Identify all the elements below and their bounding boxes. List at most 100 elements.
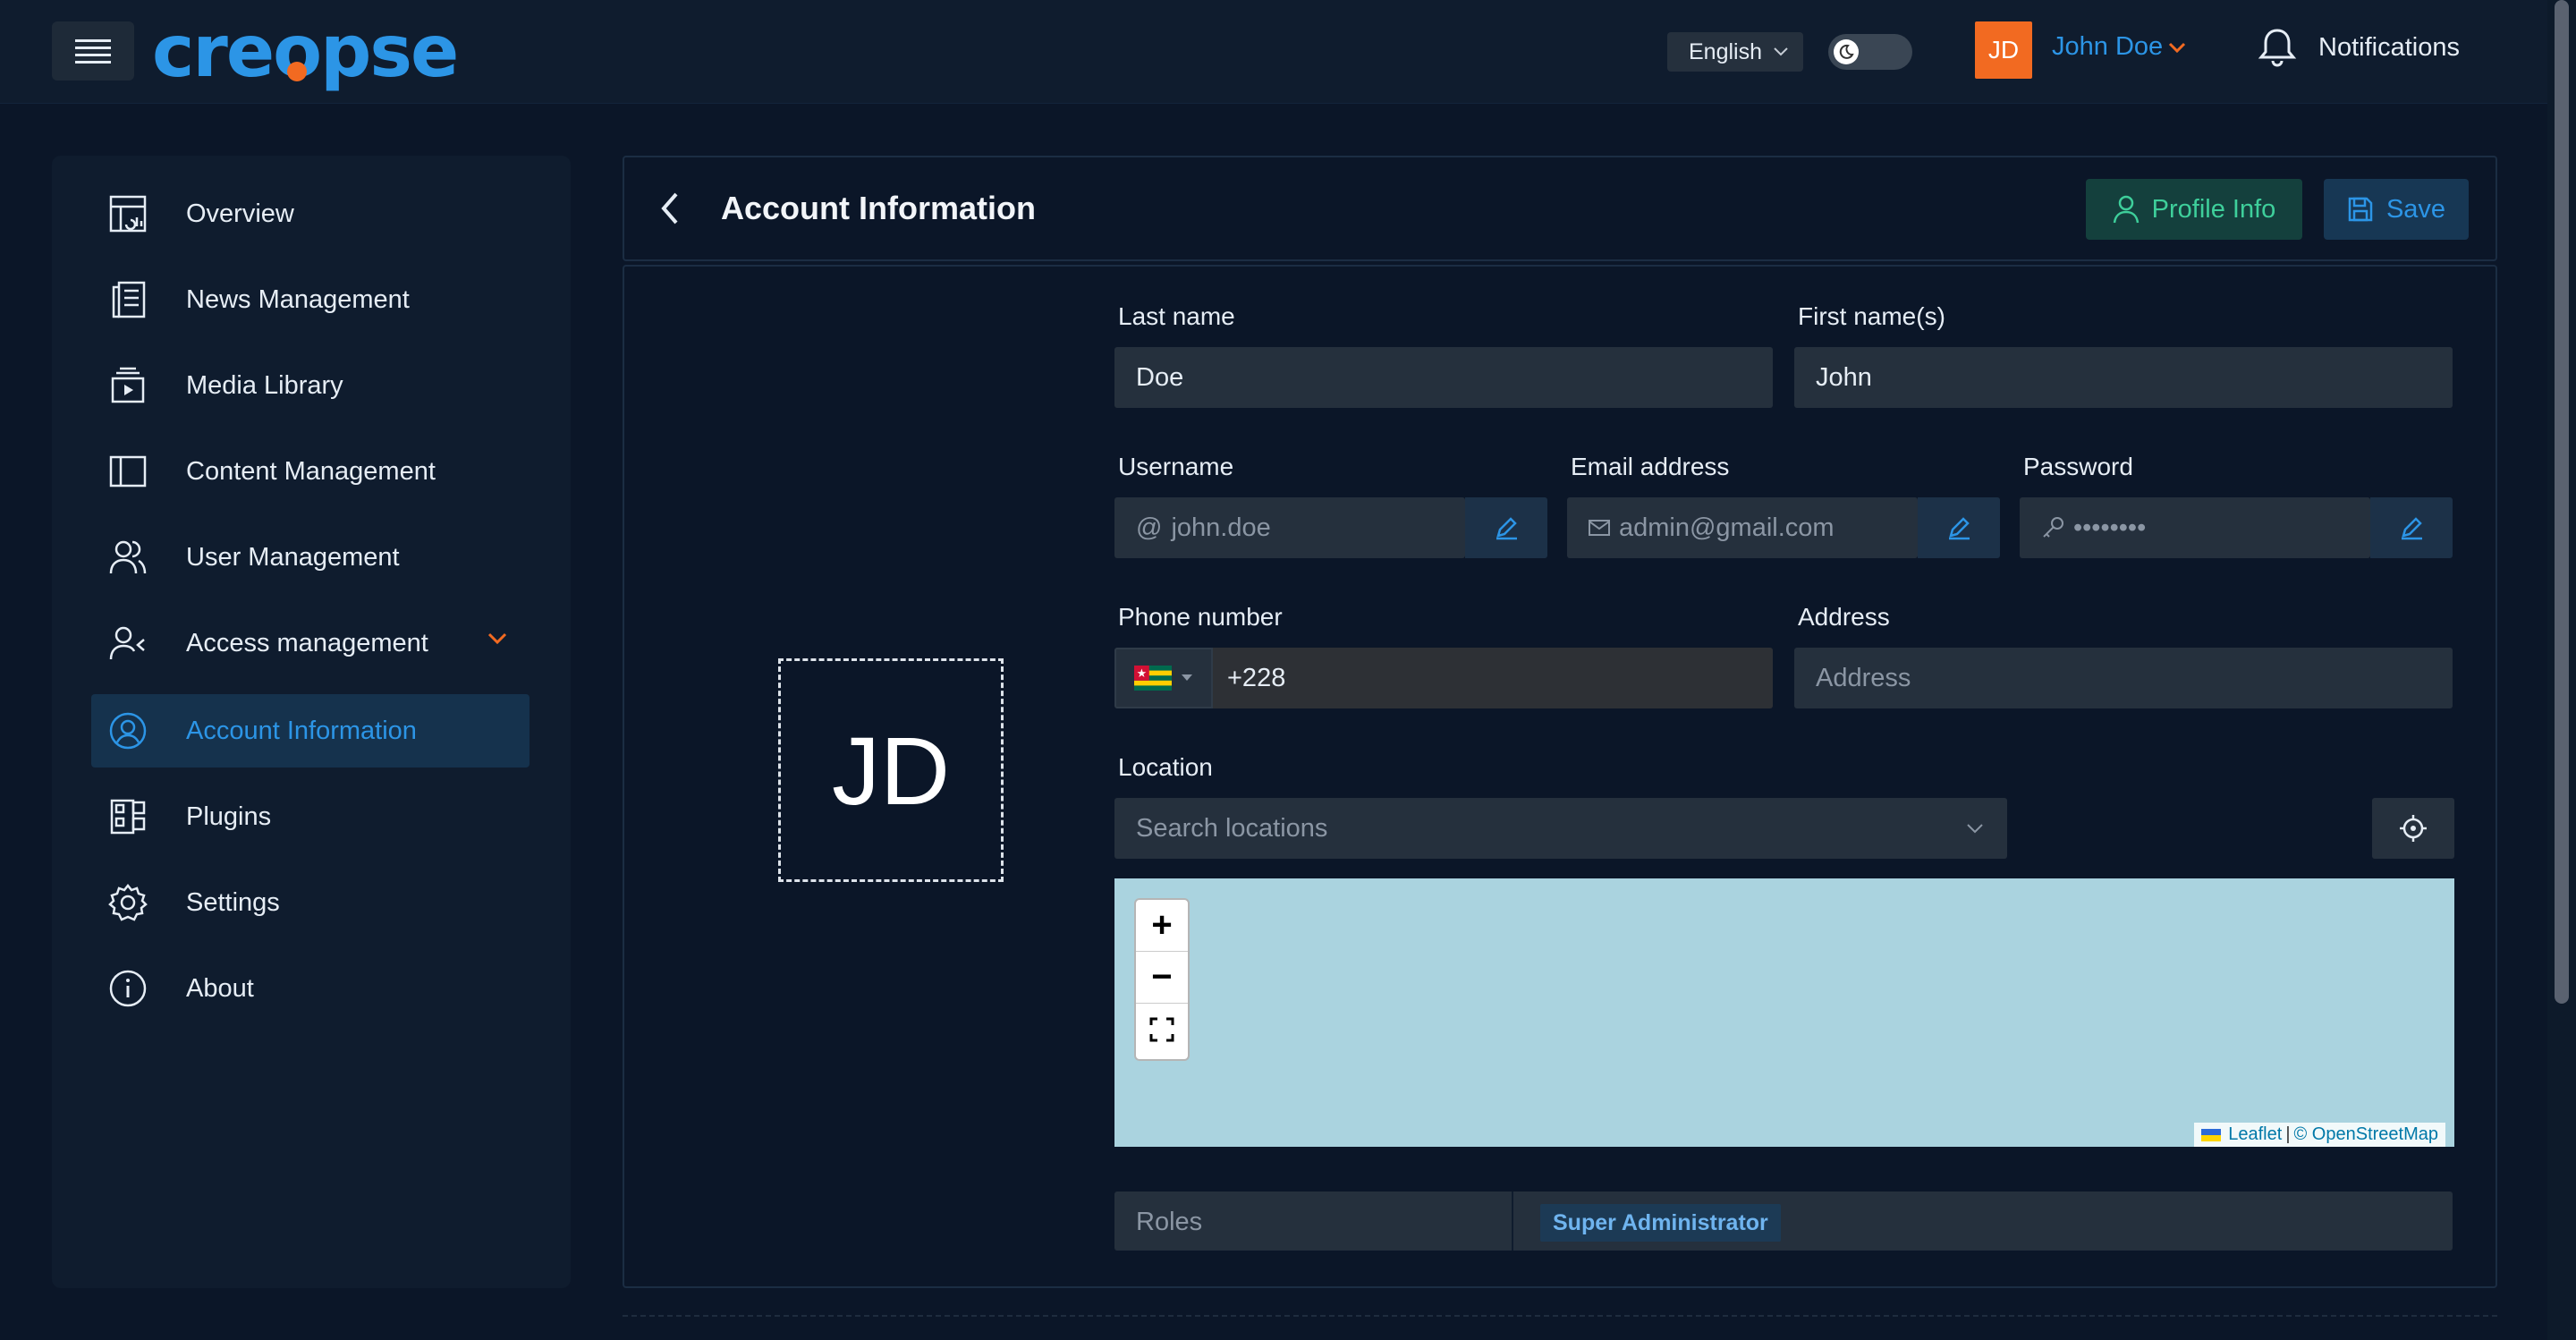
edit-password-button[interactable]: [2370, 497, 2453, 558]
profile-avatar-upload[interactable]: JD: [778, 658, 1004, 882]
attribution-separator: |: [2285, 1124, 2291, 1144]
location-map[interactable]: + − Leaflet | © OpenStreetMap: [1114, 878, 2454, 1147]
page-header: Account Information Profile Info Save: [623, 156, 2497, 261]
content-icon: [106, 449, 150, 494]
back-button[interactable]: [648, 186, 692, 231]
account-icon: [106, 708, 150, 753]
sidebar-item-content[interactable]: Content Management: [91, 435, 530, 508]
chevron-down-icon: [2169, 42, 2186, 53]
role-chip: Super Administrator: [1540, 1204, 1781, 1242]
chevron-down-icon: [487, 632, 507, 645]
sidebar-item-label: Content Management: [186, 456, 436, 486]
scrollbar-thumb[interactable]: [2555, 0, 2569, 1004]
sidebar-item-news[interactable]: News Management: [91, 263, 530, 336]
edit-username-button[interactable]: [1465, 497, 1547, 558]
password-input[interactable]: ••••••••: [2020, 497, 2370, 558]
first-name-input[interactable]: John: [1794, 347, 2453, 408]
fullscreen-icon: [1149, 1017, 1174, 1042]
sidebar-item-settings[interactable]: Settings: [91, 866, 530, 939]
password-label: Password: [2023, 453, 2133, 480]
media-icon: [106, 363, 150, 408]
top-bar: creopse English JD John Doe Notification…: [0, 0, 2547, 104]
gear-icon: [106, 880, 150, 925]
sidebar-item-label: News Management: [186, 284, 410, 314]
pencil-icon: [2402, 517, 2422, 540]
caret-down-icon: [1182, 674, 1192, 681]
roles-label: Roles: [1136, 1208, 1203, 1236]
save-button[interactable]: Save: [2324, 179, 2469, 240]
roles-field: Roles Super Administrator: [1114, 1192, 2453, 1251]
username-input[interactable]: @ john.doe: [1114, 497, 1465, 558]
username-label: Username: [1118, 453, 1234, 480]
edit-email-button[interactable]: [1918, 497, 2000, 558]
page-title: Account Information: [721, 190, 1036, 226]
notifications-label: Notifications: [2318, 32, 2460, 62]
email-label: Email address: [1571, 453, 1730, 480]
sidebar-item-label: Media Library: [186, 370, 343, 400]
fullscreen-button[interactable]: [1136, 1004, 1188, 1056]
ukraine-flag-icon: [2201, 1128, 2222, 1141]
locate-me-button[interactable]: [2372, 798, 2454, 859]
roles-divider: [1512, 1192, 1513, 1251]
openstreetmap-link[interactable]: © OpenStreetMap: [2294, 1124, 2438, 1145]
country-code-select[interactable]: [1114, 648, 1213, 708]
crosshair-icon: [2400, 815, 2427, 842]
sidebar-item-access[interactable]: Access management: [91, 606, 530, 680]
notifications-button[interactable]: Notifications: [2258, 27, 2460, 68]
bell-icon: [2258, 29, 2297, 67]
users-icon: [106, 535, 150, 580]
email-value: admin@gmail.com: [1619, 513, 1835, 542]
plugins-icon: [106, 794, 150, 839]
last-name-label: Last name: [1118, 302, 1235, 330]
address-input[interactable]: Address: [1794, 648, 2453, 708]
phone-input[interactable]: +228: [1213, 648, 1773, 708]
sidebar-item-about[interactable]: About: [91, 952, 530, 1025]
hamburger-icon: [75, 39, 111, 64]
profile-info-label: Profile Info: [2151, 194, 2276, 224]
pencil-icon: [1496, 517, 1517, 540]
user-name: John Doe: [2052, 32, 2164, 61]
overview-icon: [106, 191, 150, 236]
location-search-select[interactable]: Search locations: [1114, 798, 2007, 859]
divider: [623, 1315, 2497, 1317]
phone-label: Phone number: [1118, 603, 1283, 631]
app-logo[interactable]: creopse: [152, 9, 459, 95]
leaflet-link[interactable]: Leaflet: [2228, 1124, 2282, 1145]
user-icon: [2113, 195, 2139, 224]
language-label: English: [1689, 38, 1762, 64]
sidebar-item-label: Account Information: [186, 716, 417, 745]
theme-toggle[interactable]: [1828, 34, 1912, 70]
last-name-input[interactable]: Doe: [1114, 347, 1773, 408]
at-prefix: @: [1136, 513, 1163, 542]
access-icon: [106, 621, 150, 666]
chevron-down-icon: [1967, 824, 1983, 834]
moon-icon: [1834, 39, 1859, 64]
togo-flag-icon: [1134, 666, 1172, 691]
map-attribution: Leaflet | © OpenStreetMap: [2194, 1123, 2445, 1147]
user-avatar[interactable]: JD: [1975, 21, 2032, 79]
sidebar-item-overview[interactable]: Overview: [91, 177, 530, 250]
key-icon: [2041, 516, 2064, 539]
save-icon: [2348, 197, 2373, 222]
username-value: john.doe: [1171, 513, 1271, 542]
sidebar-item-plugins[interactable]: Plugins: [91, 780, 530, 853]
pencil-icon: [1949, 517, 1970, 540]
menu-toggle-button[interactable]: [52, 21, 134, 81]
email-input[interactable]: admin@gmail.com: [1567, 497, 1918, 558]
map-zoom-controls: + −: [1134, 898, 1190, 1061]
zoom-out-button[interactable]: −: [1136, 952, 1188, 1004]
sidebar-item-account[interactable]: Account Information: [91, 694, 530, 768]
sidebar-item-users[interactable]: User Management: [91, 521, 530, 594]
zoom-in-button[interactable]: +: [1136, 900, 1188, 952]
news-icon: [106, 277, 150, 322]
address-label: Address: [1798, 603, 1890, 631]
sidebar-item-label: Access management: [186, 628, 428, 657]
chevron-left-icon: [661, 192, 678, 225]
language-select[interactable]: English: [1667, 32, 1803, 72]
sidebar-item-media[interactable]: Media Library: [91, 349, 530, 422]
user-menu[interactable]: John Doe: [2052, 32, 2186, 62]
mail-icon: [1589, 520, 1610, 536]
profile-info-button[interactable]: Profile Info: [2086, 179, 2302, 240]
sidebar: Overview News Management Media Library C…: [52, 156, 571, 1288]
location-label: Location: [1118, 753, 1213, 781]
